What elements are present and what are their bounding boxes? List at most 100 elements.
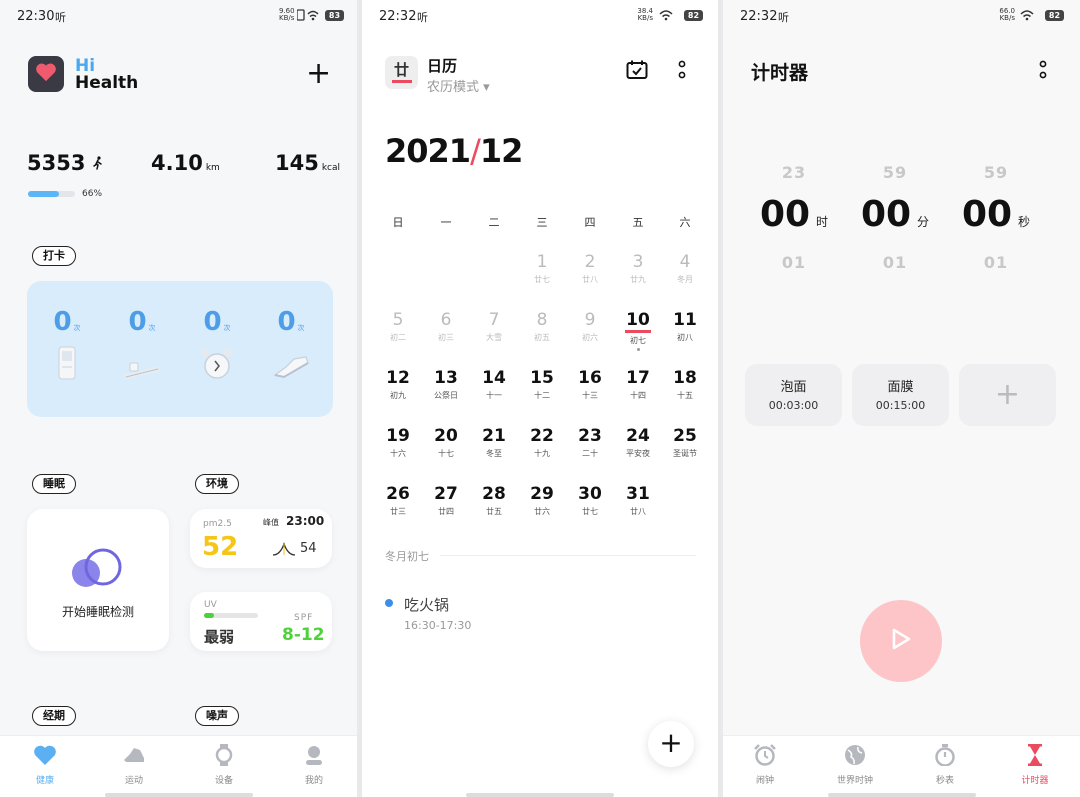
checkin-tag[interactable]: 打卡 xyxy=(32,246,76,266)
calendar-day[interactable]: 12 初九 xyxy=(376,368,420,401)
weekday-label: 二 xyxy=(488,216,500,229)
calendar-day[interactable]: 3 廿九 xyxy=(616,252,660,285)
home-indicator[interactable] xyxy=(827,793,976,797)
calendar-day[interactable]: 18 十五 xyxy=(663,368,707,401)
status-bar: 22:32 听 38.4 KB/s 82 xyxy=(362,0,718,32)
lunar-date: 大雪 xyxy=(486,333,502,342)
day-number: 24 xyxy=(626,426,650,446)
wheel-current: 00 时 xyxy=(754,194,834,235)
steps-progress-label: 66% xyxy=(82,189,103,199)
nav-label: 秒表 xyxy=(935,776,954,786)
preset-noodles[interactable]: 泡面 00:03:00 xyxy=(745,364,842,426)
checkin-item-water[interactable]: 0次 xyxy=(37,307,97,381)
calendar-day[interactable]: 4 冬月 xyxy=(663,252,707,285)
start-timer-button[interactable] xyxy=(860,600,942,682)
day-number: 19 xyxy=(386,426,410,446)
calendar-day[interactable]: 14 十一 xyxy=(472,368,516,401)
pm25-value: 52 xyxy=(202,532,239,562)
lunar-date: 初八 xyxy=(677,333,693,342)
checkin-item-wake[interactable]: 0次 xyxy=(187,307,247,381)
calendar-day[interactable]: 7 大雪 xyxy=(472,310,516,343)
calendar-day[interactable]: 31 廿八 xyxy=(616,484,660,517)
more-options-icon[interactable] xyxy=(678,60,686,86)
calendar-day[interactable]: 6 初三 xyxy=(424,310,468,343)
pm25-card[interactable]: pm2.5 峰值 23:00 52 54 xyxy=(190,509,332,568)
sleep-tag[interactable]: 睡眠 xyxy=(32,474,76,494)
calendar-day[interactable]: 21 冬至 xyxy=(472,426,516,459)
checkin-item-exercise[interactable]: 0次 xyxy=(261,307,321,381)
lunar-date: 十一 xyxy=(486,391,502,400)
noise-tag[interactable]: 噪声 xyxy=(195,706,239,726)
timer-panel: 22:32 听 66.0 KB/s 82 计时器 23 00 时 01 59 00… xyxy=(723,0,1080,797)
preset-name: 面膜 xyxy=(887,380,914,395)
period-tag[interactable]: 经期 xyxy=(32,706,76,726)
more-options-icon[interactable] xyxy=(1039,60,1047,86)
nav-tab-alarm[interactable]: 闹钟 xyxy=(735,744,795,786)
home-indicator[interactable] xyxy=(104,793,253,797)
calendar-day[interactable]: 15 十二 xyxy=(520,368,564,401)
calendar-day[interactable]: 1 廿七 xyxy=(520,252,564,285)
nav-tab-health[interactable]: 健康 xyxy=(15,744,75,786)
add-event-button[interactable]: + xyxy=(648,721,694,767)
calendar-day[interactable]: 16 十三 xyxy=(568,368,612,401)
day-number: 16 xyxy=(578,368,602,388)
calendar-day[interactable]: 25 圣诞节 xyxy=(663,426,707,459)
logo-underline xyxy=(391,80,412,83)
peak-time: 23:00 xyxy=(286,514,325,528)
heart-icon xyxy=(33,745,57,770)
checkin-item-teeth[interactable]: 0次 xyxy=(112,307,172,381)
calendar-day[interactable]: 8 初五 xyxy=(520,310,564,343)
calendar-day[interactable]: 17 十四 xyxy=(616,368,660,401)
nav-tab-timer[interactable]: 计时器 xyxy=(1005,744,1065,786)
calendar-day[interactable]: 20 十七 xyxy=(424,426,468,459)
day-number: 2 xyxy=(584,252,596,272)
calendar-day[interactable]: 11 初八 xyxy=(663,310,707,343)
preset-facemask[interactable]: 面膜 00:15:00 xyxy=(852,364,949,426)
calendar-day[interactable]: 27 廿四 xyxy=(424,484,468,517)
calories-unit: kcal xyxy=(321,163,341,173)
add-preset-button[interactable]: + xyxy=(959,364,1056,426)
calendar-day[interactable]: 23 二十 xyxy=(568,426,612,459)
calendar-day[interactable]: 22 十九 xyxy=(520,426,564,459)
calendar-day[interactable]: 2 廿八 xyxy=(568,252,612,285)
lunar-date: 廿八 xyxy=(630,507,646,516)
nav-tab-sport[interactable]: 运动 xyxy=(104,744,164,786)
nav-tab-stopwatch[interactable]: 秒表 xyxy=(915,744,975,786)
calendar-day[interactable]: 30 廿七 xyxy=(568,484,612,517)
home-indicator[interactable] xyxy=(466,793,614,797)
calendar-day[interactable]: 26 廿三 xyxy=(376,484,420,517)
hourglass-icon xyxy=(1023,744,1047,770)
calendar-day[interactable]: 5 初二 xyxy=(376,310,420,343)
pm25-label: pm2.5 xyxy=(203,519,232,529)
environment-tag[interactable]: 环境 xyxy=(195,474,239,494)
checkin-card[interactable]: 0次 0次 0次 0次 xyxy=(27,281,333,417)
lunar-date: 公祭日 xyxy=(434,391,458,400)
event-time: 16:30-17:30 xyxy=(404,619,472,632)
calendar-day[interactable]: 13 公祭日 xyxy=(424,368,468,401)
calendar-day[interactable]: 24 平安夜 xyxy=(616,426,660,459)
lunar-mode-dropdown[interactable]: 农历模式 ▾ xyxy=(427,76,490,95)
nav-tab-device[interactable]: 设备 xyxy=(194,744,254,786)
nav-label: 设备 xyxy=(214,776,233,786)
hours-wheel[interactable]: 23 00 时 01 xyxy=(754,163,834,272)
event-title[interactable]: 吃火锅 xyxy=(404,594,449,615)
seconds-wheel[interactable]: 59 00 秒 01 xyxy=(956,163,1036,272)
add-button[interactable]: + xyxy=(306,59,331,89)
nav-tab-me[interactable]: 我的 xyxy=(284,744,344,786)
uv-card[interactable]: UV 最弱 SPF 8-12 xyxy=(190,592,332,651)
sneaker-icon xyxy=(261,341,321,381)
hours-value: 00 xyxy=(759,194,811,235)
status-carrier-icon: 听 xyxy=(55,11,66,24)
calendar-day[interactable]: 29 廿六 xyxy=(520,484,564,517)
user-icon xyxy=(302,746,326,770)
sleep-card[interactable]: 开始睡眠检测 xyxy=(27,509,169,651)
steps-value: 5353 xyxy=(27,151,86,175)
minutes-wheel[interactable]: 59 00 分 01 xyxy=(855,163,935,272)
calendar-day[interactable]: 19 十六 xyxy=(376,426,420,459)
calendar-day[interactable]: 9 初六 xyxy=(568,310,612,343)
calendar-today-icon[interactable] xyxy=(626,60,648,84)
nav-tab-world-clock[interactable]: 世界时钟 xyxy=(825,744,885,786)
month-title[interactable]: 2021/12 xyxy=(385,132,523,170)
calendar-day[interactable]: 28 廿五 xyxy=(472,484,516,517)
calendar-day-today[interactable]: 10 初七 xyxy=(616,310,660,351)
